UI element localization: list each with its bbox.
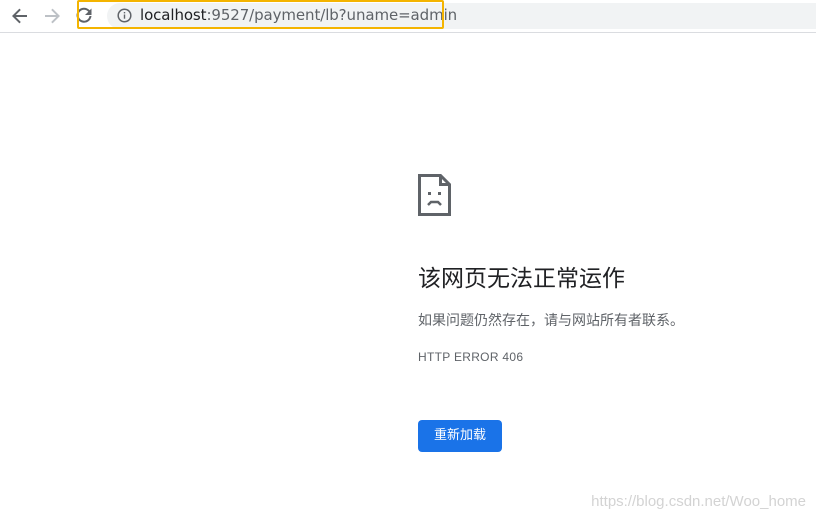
reload-page-button[interactable] <box>72 4 96 28</box>
reload-button[interactable]: 重新加载 <box>418 420 502 452</box>
url-path: :9527/payment/lb?uname=admin <box>206 6 458 24</box>
sad-page-icon <box>418 174 451 216</box>
watermark: https://blog.csdn.net/Woo_home <box>591 493 806 510</box>
error-title: 该网页无法正常运作 <box>418 266 625 292</box>
error-message: 如果问题仍然存在，请与网站所有者联系。 <box>418 313 684 329</box>
browser-toolbar: localhost:9527/payment/lb?uname=admin <box>0 0 816 33</box>
arrow-left-icon <box>12 8 27 24</box>
url-text[interactable]: localhost:9527/payment/lb?uname=admin <box>140 6 457 24</box>
reload-icon <box>76 7 92 23</box>
back-button[interactable] <box>8 4 32 28</box>
info-icon[interactable] <box>117 8 132 23</box>
url-host: localhost <box>140 6 207 24</box>
error-code: HTTP ERROR 406 <box>418 350 524 364</box>
forward-button[interactable] <box>40 4 64 28</box>
arrow-right-icon <box>45 8 60 24</box>
